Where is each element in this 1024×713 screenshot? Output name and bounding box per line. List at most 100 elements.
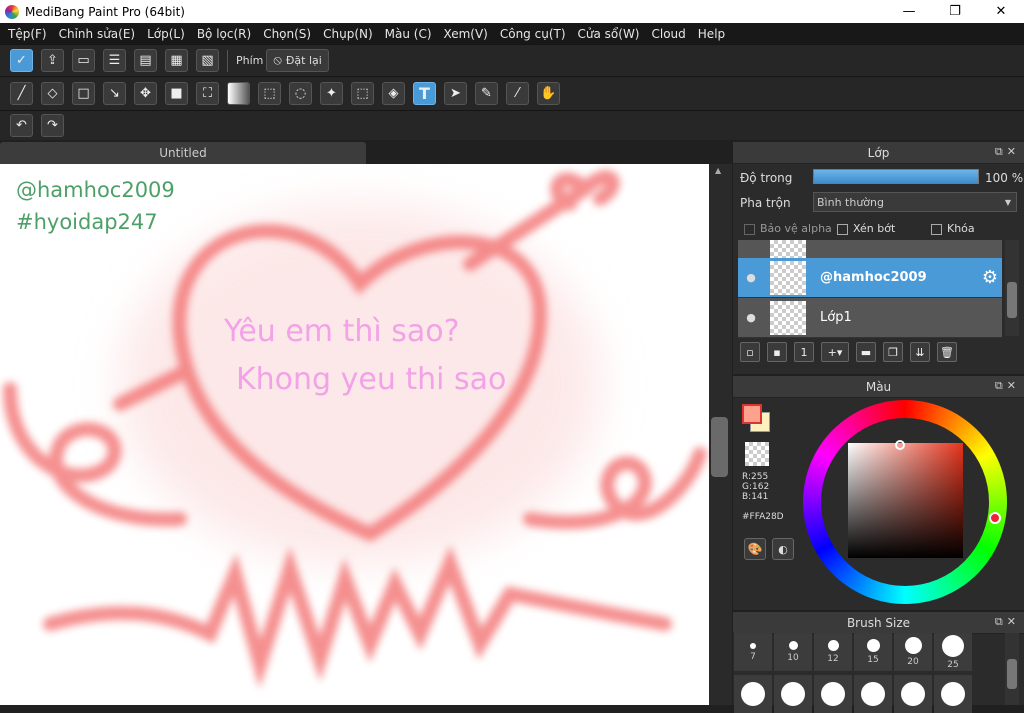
protect-alpha-checkbox[interactable]: Bảo vệ alpha — [744, 222, 832, 235]
blend-mode-value: Bình thường — [817, 195, 884, 209]
select-pen-icon[interactable]: ↘ — [103, 82, 126, 105]
select-eraser-icon[interactable]: ◈ — [382, 82, 405, 105]
menu-view[interactable]: Xem(V) — [438, 27, 494, 41]
brush-size-option[interactable] — [774, 675, 812, 713]
hue-cursor[interactable] — [989, 512, 1001, 524]
scroll-up-icon[interactable]: ▲ — [715, 166, 721, 175]
menu-file[interactable]: Tệp(F) — [2, 27, 53, 41]
bucket-tool-icon[interactable]: ⛶ — [196, 82, 219, 105]
color-hex-value: #FFA28D — [742, 512, 784, 522]
canvas-scrollbar[interactable]: ▲ — [709, 164, 732, 705]
visibility-icon[interactable]: ● — [738, 311, 764, 324]
cloud-check-icon[interactable]: ✓ — [10, 49, 33, 72]
opacity-slider[interactable] — [813, 169, 979, 184]
new-layer-icon[interactable]: ▫ — [740, 342, 760, 362]
lasso-select-icon[interactable]: ◌ — [289, 82, 312, 105]
menu-tools[interactable]: Công cụ(T) — [494, 27, 572, 41]
share-icon[interactable]: ⇪ — [41, 49, 64, 72]
transparent-color-swatch[interactable] — [745, 442, 769, 466]
message-icon[interactable]: ☰ — [103, 49, 126, 72]
gear-icon[interactable]: ⚙ — [982, 267, 998, 288]
visibility-icon[interactable]: ● — [738, 271, 764, 284]
dot-tool-icon[interactable]: □ — [72, 82, 95, 105]
page-manage-icon[interactable]: ▦ — [165, 49, 188, 72]
brush-size-option[interactable] — [894, 675, 932, 713]
maximize-button[interactable]: ❐ — [932, 0, 978, 23]
minimize-button[interactable]: — — [886, 0, 932, 23]
menu-filter[interactable]: Bộ lọc(R) — [191, 27, 257, 41]
brush-scrollbar-thumb[interactable] — [1007, 659, 1017, 689]
fill-rect-icon[interactable]: ■ — [165, 82, 188, 105]
panel-controls-icon[interactable]: ⧉✕ — [995, 615, 1020, 629]
brush-size-option[interactable] — [734, 675, 772, 713]
layer-scrollbar[interactable] — [1005, 240, 1019, 336]
menu-layer[interactable]: Lớp(L) — [141, 27, 191, 41]
brush-size-option[interactable] — [934, 675, 972, 713]
brush-dot — [741, 682, 765, 706]
document-tab[interactable]: Untitled — [0, 142, 366, 164]
blur-tool-icon[interactable]: ✎ — [475, 82, 498, 105]
brush-size-label: 20 — [907, 657, 919, 667]
page-edit-icon[interactable]: ▧ — [196, 49, 219, 72]
brush-size-option[interactable]: 15 — [854, 633, 892, 671]
operation-tool-icon[interactable]: ➤ — [444, 82, 467, 105]
palette-icon[interactable]: 🎨 — [744, 538, 766, 560]
menu-help[interactable]: Help — [692, 27, 731, 41]
eraser-tool-icon[interactable]: ◇ — [41, 82, 64, 105]
lock-checkbox[interactable]: Khóa — [931, 222, 975, 235]
gradient-tool-icon[interactable] — [227, 82, 250, 105]
select-pen-tool-icon[interactable]: ⬚ — [351, 82, 374, 105]
brush-dot — [821, 682, 845, 706]
menu-color[interactable]: Màu (C) — [379, 27, 438, 41]
merge-layer-icon[interactable]: ⇊ — [910, 342, 930, 362]
brush-tool-icon[interactable]: ╱ — [10, 82, 33, 105]
eyedropper-icon[interactable]: ⁄ — [506, 82, 529, 105]
brush-size-option[interactable]: 20 — [894, 633, 932, 671]
brush-dot — [901, 682, 925, 706]
magic-wand-icon[interactable]: ✦ — [320, 82, 343, 105]
clipping-checkbox[interactable]: Xén bớt — [837, 222, 895, 235]
panel-controls-icon[interactable]: ⧉✕ — [995, 379, 1020, 393]
menu-select[interactable]: Chọn(S) — [257, 27, 317, 41]
close-button[interactable]: ✕ — [978, 0, 1024, 23]
folder-icon[interactable]: ▬ — [856, 342, 876, 362]
brush-scrollbar[interactable] — [1005, 633, 1019, 705]
new-1bit-layer-icon[interactable]: 1 — [794, 342, 814, 362]
brush-size-option[interactable] — [814, 675, 852, 713]
page-icon[interactable]: ▤ — [134, 49, 157, 72]
reset-button[interactable]: ⦸ Đặt lại — [266, 49, 329, 72]
brush-size-option[interactable]: 25 — [934, 633, 972, 671]
hand-tool-icon[interactable]: ✋ — [537, 82, 560, 105]
foreground-color-swatch[interactable] — [742, 404, 762, 424]
layer-item-partial[interactable] — [738, 240, 1002, 258]
blend-mode-select[interactable]: Bình thường ▼ — [813, 192, 1017, 212]
new-halftone-layer-icon[interactable]: ▪ — [767, 342, 787, 362]
text-tool-icon[interactable]: T — [413, 82, 436, 105]
duplicate-layer-icon[interactable]: ❐ — [883, 342, 903, 362]
drawing-canvas[interactable]: @hamhoc2009 #hyoidap247 Yêu em thì sao? … — [0, 164, 709, 705]
brush-size-option[interactable]: 7 — [734, 633, 772, 671]
delete-layer-icon[interactable]: 🗑 — [937, 342, 957, 362]
layer-item[interactable]: ● Lớp1 — [738, 298, 1002, 338]
brush-size-option[interactable] — [854, 675, 892, 713]
move-tool-icon[interactable]: ✥ — [134, 82, 157, 105]
color-set-icon[interactable]: ◐ — [772, 538, 794, 560]
menu-snap[interactable]: Chụp(N) — [317, 27, 379, 41]
undo-icon[interactable]: ↶ — [10, 114, 33, 137]
comment-icon[interactable]: ▭ — [72, 49, 95, 72]
rect-select-icon[interactable]: ⬚ — [258, 82, 281, 105]
layer-item[interactable]: ● @hamhoc2009 ⚙ — [738, 258, 1002, 298]
brush-size-option[interactable]: 12 — [814, 633, 852, 671]
menu-window[interactable]: Cửa sổ(W) — [572, 27, 646, 41]
brush-size-option[interactable]: 10 — [774, 633, 812, 671]
saturation-value-square[interactable] — [848, 440, 963, 558]
panel-controls-icon[interactable]: ⧉✕ — [995, 145, 1020, 159]
menu-cloud[interactable]: Cloud — [646, 27, 692, 41]
scrollbar-thumb[interactable] — [711, 417, 728, 477]
layer-scrollbar-thumb[interactable] — [1007, 282, 1017, 318]
menu-edit[interactable]: Chỉnh sửa(E) — [53, 27, 142, 41]
add-layer-menu-icon[interactable]: +▾ — [821, 342, 849, 362]
brush-dot — [781, 682, 805, 706]
redo-icon[interactable]: ↷ — [41, 114, 64, 137]
sv-cursor[interactable] — [895, 440, 905, 450]
